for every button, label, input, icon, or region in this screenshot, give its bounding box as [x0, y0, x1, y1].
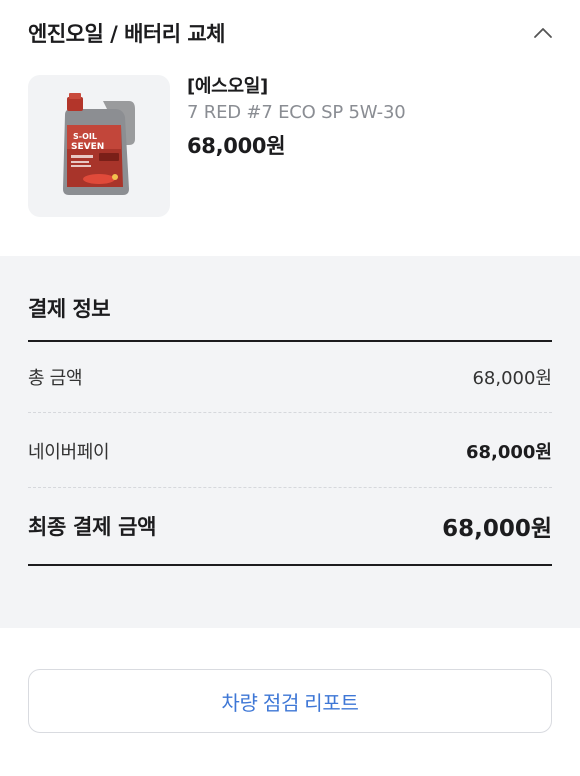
divider	[28, 487, 552, 488]
product-info: [에스오일] 7 RED #7 ECO SP 5W-30 68,000원	[187, 75, 406, 217]
row-value: 68,000원	[465, 442, 552, 463]
product-brand: [에스오일]	[187, 76, 268, 97]
payment-row-total-amount: 총 금액 68,000원	[28, 363, 552, 391]
product-image: S-OIL SEVEN	[28, 75, 170, 217]
payment-row-naverpay: 네이버페이 68,000원	[28, 437, 552, 465]
final-total-label: 최종 결제 금액	[28, 515, 157, 539]
divider	[28, 340, 552, 342]
product-name: 7 RED #7 ECO SP 5W-30	[187, 102, 406, 123]
divider	[28, 564, 552, 566]
payment-title: 결제 정보	[28, 297, 111, 321]
product-item[interactable]: S-OIL SEVEN [에스오일] 7 RED #7 ECO SP 5W-30…	[28, 75, 406, 217]
action-section: 차량 점검 리포트	[0, 628, 580, 776]
service-section: 엔진오일 / 배터리 교체 S-OIL SEVEN [에스오일] 7 RED #…	[0, 0, 580, 256]
vehicle-inspection-report-button[interactable]: 차량 점검 리포트	[28, 669, 552, 733]
payment-row-final-total: 최종 결제 금액 68,000원	[28, 509, 552, 543]
svg-text:SEVEN: SEVEN	[71, 142, 104, 152]
section-header[interactable]: 엔진오일 / 배터리 교체	[28, 18, 552, 48]
row-label: 총 금액	[28, 368, 83, 389]
chevron-up-icon[interactable]	[528, 18, 558, 48]
final-total-value: 68,000원	[442, 516, 552, 542]
product-price: 68,000원	[187, 134, 286, 158]
svg-text:S-OIL: S-OIL	[73, 132, 97, 141]
row-value: 68,000원	[472, 368, 552, 389]
payment-info-section: 결제 정보 총 금액 68,000원 네이버페이 68,000원 최종 결제 금…	[0, 256, 580, 628]
section-title: 엔진오일 / 배터리 교체	[28, 22, 225, 46]
row-label: 네이버페이	[28, 442, 110, 463]
oil-bottle-icon: S-OIL SEVEN	[63, 93, 135, 195]
divider	[28, 412, 552, 413]
